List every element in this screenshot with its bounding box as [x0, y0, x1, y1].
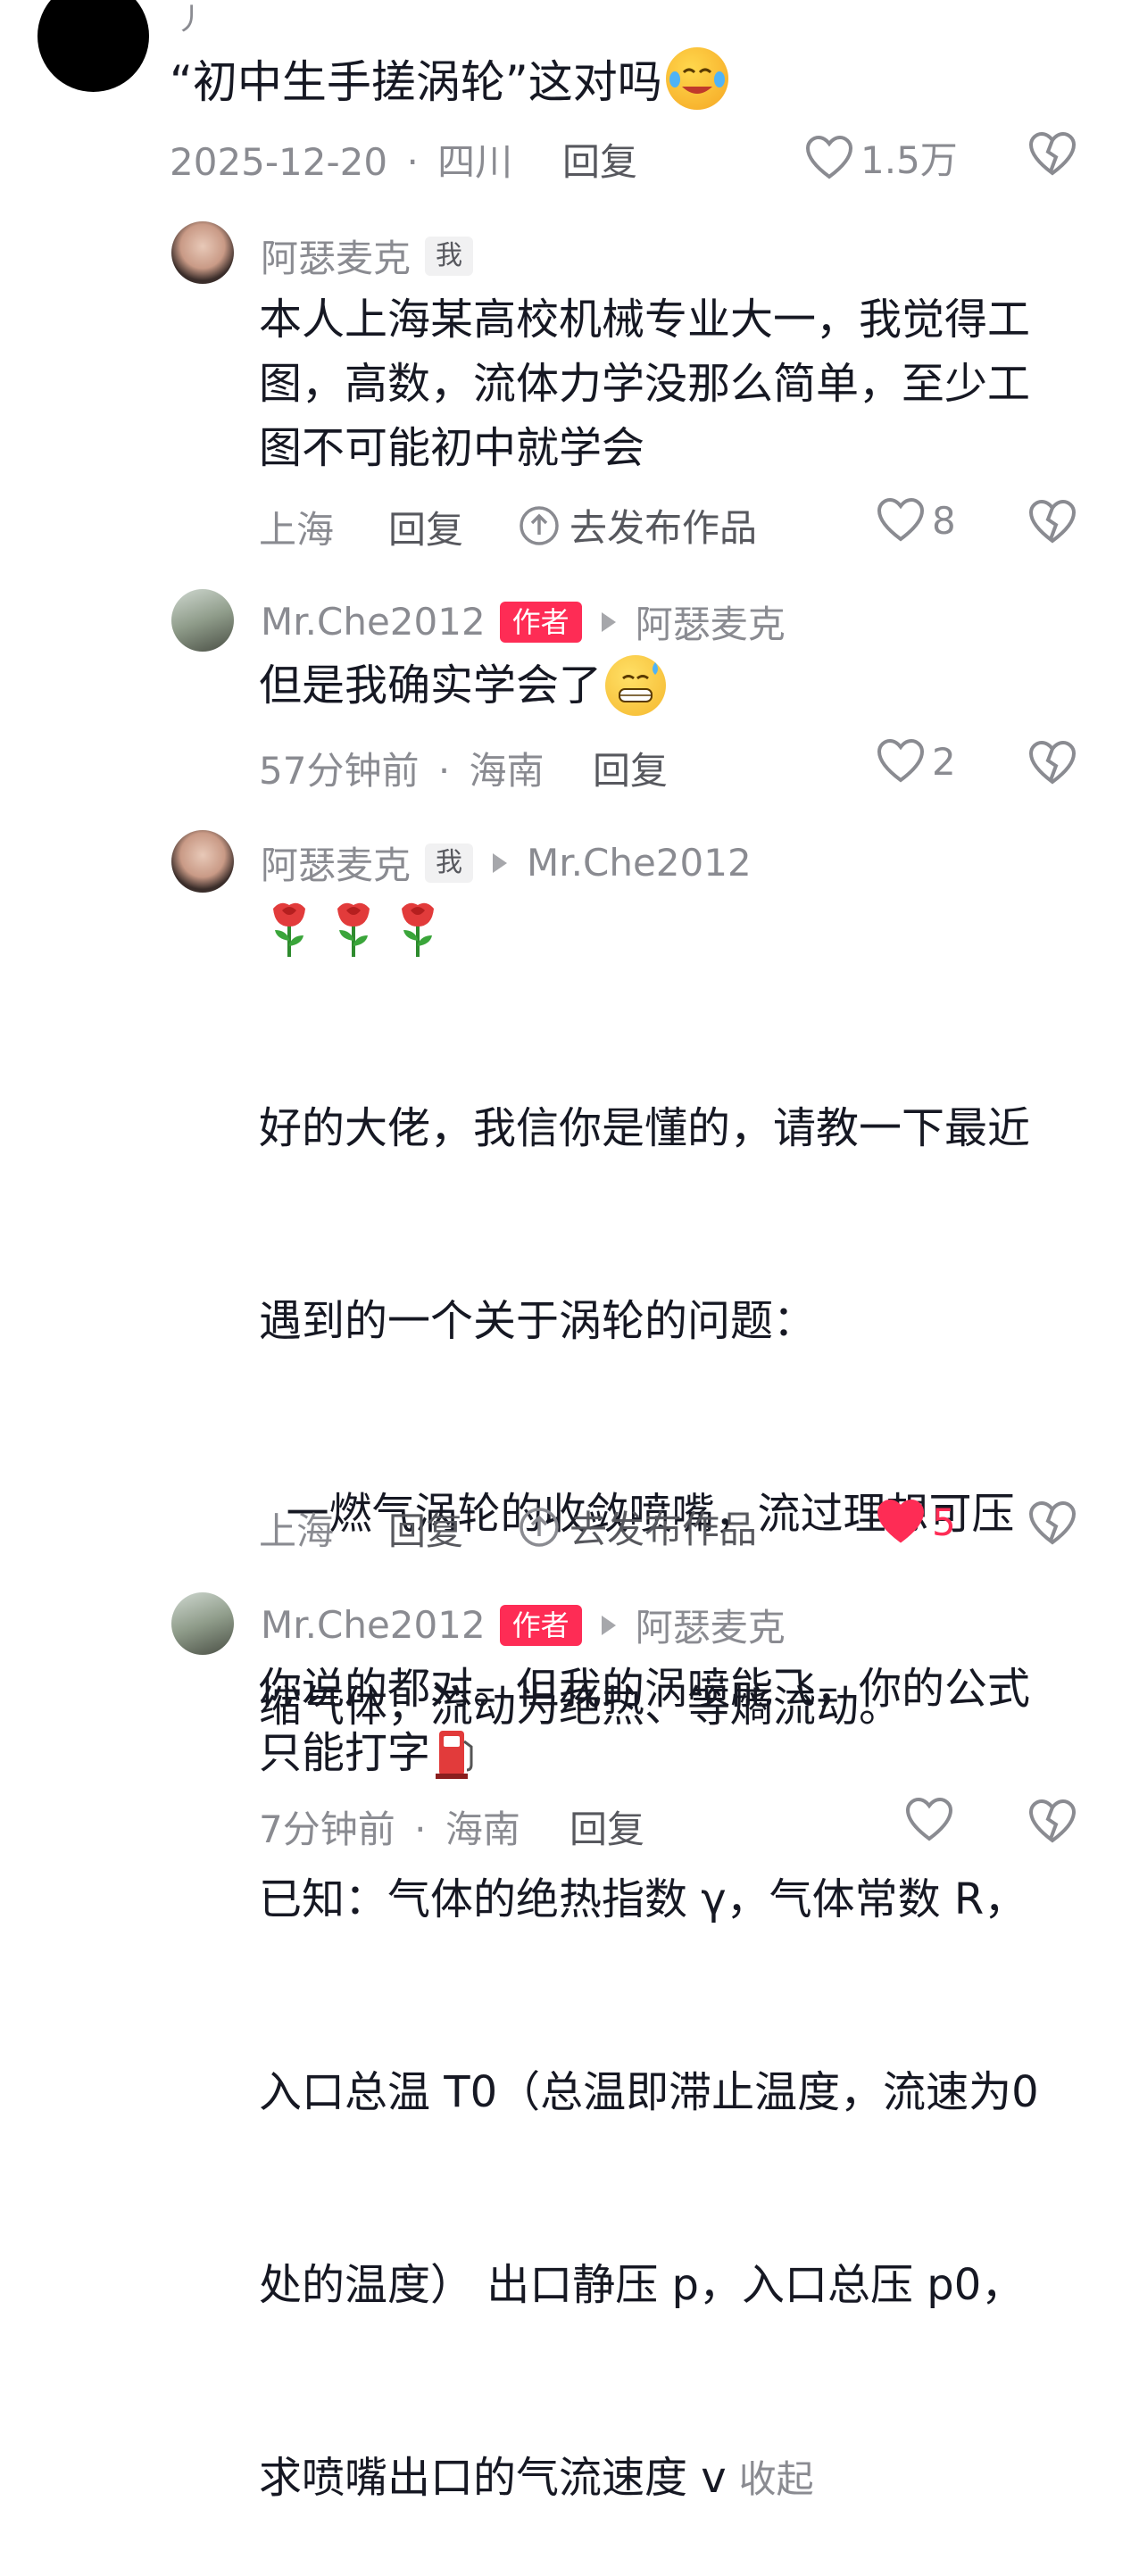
publish-work-label: 去发布作品 — [570, 1508, 758, 1551]
laugh-cry-emoji-icon — [665, 47, 728, 110]
reply-text-row: 但是我确实学会了 — [259, 653, 667, 718]
reply-button[interactable]: 回复 — [388, 500, 463, 554]
author-badge: 作者 — [499, 601, 582, 643]
reply-text-line: 遇到的一个关于涡轮的问题： — [259, 1296, 817, 1346]
heart-filled-icon — [877, 1500, 925, 1543]
reply-button[interactable]: 回复 — [562, 132, 637, 187]
me-badge: 我 — [425, 843, 474, 883]
reply-header: Mr.Che2012 作者 阿瑟麦克 — [261, 1598, 786, 1652]
like-button[interactable]: 8 — [877, 498, 956, 543]
author-badge: 作者 — [499, 1604, 582, 1646]
like-count: 1.5万 — [860, 138, 958, 182]
heart-icon — [877, 498, 925, 542]
avatar[interactable] — [171, 830, 234, 893]
grimace-sweat-emoji-icon — [605, 655, 667, 716]
broken-heart-icon — [1028, 1799, 1077, 1843]
reply-text-line: 图，高数，流体力学没那么简单，至少工 — [259, 359, 1031, 409]
dislike-button[interactable] — [1028, 1501, 1077, 1546]
reply-location: 海南 — [469, 749, 545, 793]
reply-time: 7分钟前 — [259, 1807, 395, 1851]
reply-time: 57分钟前 — [259, 749, 420, 793]
broken-heart-icon — [1028, 132, 1077, 176]
like-button[interactable]: 2 — [877, 739, 956, 784]
upload-arrow-icon — [520, 1507, 559, 1547]
meta-separator: · — [437, 749, 451, 793]
reply-text-line: 入口总温 T0（总温即滞止温度，流速为0 — [259, 2067, 1039, 2117]
reply-author-name[interactable]: 阿瑟麦克 — [261, 229, 411, 283]
comment-date: 2025-12-20 — [170, 140, 388, 184]
reply-button[interactable]: 回复 — [570, 1799, 644, 1854]
broken-heart-icon — [1028, 741, 1077, 785]
truncated-name: 丿 — [175, 2, 205, 37]
reply-text-line: 求喷嘴出口的气流速度 v — [259, 2453, 727, 2503]
reply-author-name[interactable]: 阿瑟麦克 — [261, 835, 411, 890]
upload-arrow-icon — [520, 505, 559, 545]
collapse-button[interactable]: 收起 — [739, 2457, 814, 2501]
reply-author-name[interactable]: Mr.Che2012 — [261, 600, 486, 644]
reply-text: 但是我确实学会了 — [259, 661, 603, 710]
reply-text-line: 本人上海某高校机械专业大一，我觉得工 — [259, 295, 1031, 345]
reply-to-arrow-icon — [601, 611, 616, 632]
reply-text-line: 你说的都对。但我的涡喷能飞，你的公式 — [259, 1664, 1031, 1714]
rose-emoji-icon — [273, 902, 305, 957]
comment-text: “初中生手搓涡轮”这对吗 — [170, 56, 662, 108]
publish-work-button[interactable]: 去发布作品 — [518, 498, 757, 553]
reply-text-last-line-row: 只能打字 — [259, 1721, 1116, 1785]
reply-target-name[interactable]: 阿瑟麦克 — [636, 1598, 786, 1652]
me-badge: 我 — [425, 236, 474, 276]
reply-text-line: 好的大佬，我信你是懂的，请教一下最近 — [259, 1103, 1031, 1153]
fuel-pump-emoji-icon — [436, 1731, 473, 1779]
reply-meta: 57分钟前 · 海南 — [259, 741, 545, 795]
reply-target-name[interactable]: Mr.Che2012 — [527, 841, 752, 885]
publish-work-button[interactable]: 去发布作品 — [518, 1500, 757, 1554]
rose-emoji-icon — [337, 902, 370, 957]
reply-header: 阿瑟麦克 我 — [261, 229, 474, 283]
reply-text-line: 图不可能初中就学会 — [259, 423, 645, 473]
avatar[interactable] — [171, 589, 234, 652]
avatar[interactable] — [171, 221, 234, 284]
reply-author-name[interactable]: Mr.Che2012 — [261, 1603, 486, 1647]
publish-work-label: 去发布作品 — [570, 506, 758, 550]
reply-to-arrow-icon — [601, 1615, 616, 1635]
reply-text-line: 处的温度） 出口静压 p，入口总压 p0， — [259, 2260, 1025, 2310]
heart-icon — [877, 739, 925, 783]
avatar[interactable] — [37, 0, 149, 92]
reply-location: 上海 — [259, 508, 335, 552]
comment-meta: 2025-12-20 · 四川 — [170, 132, 512, 187]
dislike-button[interactable] — [1028, 132, 1077, 177]
reply-text-line: 已知：气体的绝热指数 γ，气体常数 R， — [259, 1874, 1027, 1924]
meta-separator: · — [406, 140, 419, 184]
reply-text-line: 只能打字 — [259, 1728, 431, 1778]
comment-text-row: “初中生手搓涡轮”这对吗 — [170, 46, 728, 111]
like-count: 8 — [932, 498, 956, 543]
reply-text: 本人上海某高校机械专业大一，我觉得工 图，高数，流体力学没那么简单，至少工 图不… — [259, 287, 1098, 480]
broken-heart-icon — [1028, 500, 1077, 544]
like-count: 5 — [932, 1500, 956, 1544]
like-button[interactable]: 1.5万 — [805, 130, 958, 185]
reply-target-name[interactable]: 阿瑟麦克 — [636, 594, 786, 649]
meta-separator: · — [414, 1807, 427, 1851]
dislike-button[interactable] — [1028, 741, 1077, 785]
dislike-button[interactable] — [1028, 1799, 1077, 1844]
reply-header: 阿瑟麦克 我 Mr.Che2012 — [261, 835, 752, 890]
like-button-liked[interactable]: 5 — [877, 1500, 956, 1544]
reply-button[interactable]: 回复 — [388, 1501, 463, 1556]
reply-location: 海南 — [445, 1807, 520, 1851]
heart-icon — [805, 135, 853, 179]
reply-text: 你说的都对。但我的涡喷能飞，你的公式 只能打字 — [259, 1657, 1116, 1785]
reply-header: Mr.Che2012 作者 阿瑟麦克 — [261, 594, 786, 649]
reply-location: 上海 — [259, 1509, 335, 1553]
rose-emoji-icon — [402, 902, 434, 957]
rose-emoji-row — [264, 896, 443, 959]
reply-button[interactable]: 回复 — [593, 741, 668, 795]
dislike-button[interactable] — [1028, 500, 1077, 544]
comment-location: 四川 — [437, 140, 513, 184]
reply-to-arrow-icon — [493, 852, 508, 873]
reply-meta: 7分钟前 · 海南 — [259, 1799, 520, 1854]
reply-text-last-line-row: 求喷嘴出口的气流速度 v 收起 — [259, 2446, 1116, 2512]
broken-heart-icon — [1028, 1501, 1077, 1545]
like-count: 2 — [932, 739, 956, 784]
avatar[interactable] — [171, 1592, 234, 1655]
